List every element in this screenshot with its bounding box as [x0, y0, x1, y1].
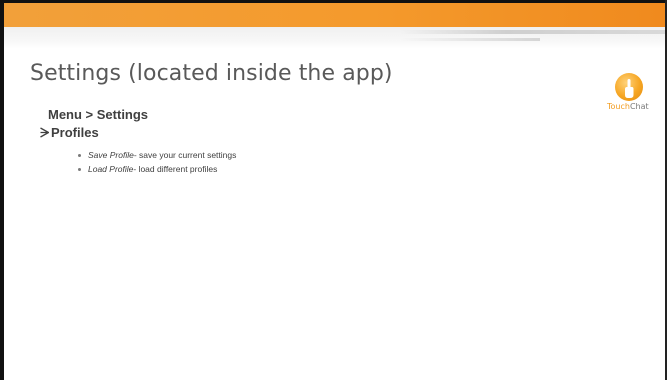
- bullet-dot-icon: [78, 167, 81, 171]
- section-heading-text: Profiles: [51, 125, 99, 140]
- section-heading: Profiles: [40, 125, 99, 140]
- list-item: Save Profile - save your current settings: [78, 148, 236, 162]
- logo-word-touch: Touch: [607, 102, 630, 111]
- bullet-desc: - load different profiles: [133, 164, 218, 174]
- slide-frame-left: [0, 0, 4, 380]
- bullet-desc: - save your current settings: [133, 150, 237, 160]
- bullet-dot-icon: [78, 153, 81, 157]
- touchchat-logo: TouchChat: [607, 73, 651, 119]
- logo-wordmark: TouchChat: [607, 102, 649, 111]
- slide-title: Settings (located inside the app): [30, 61, 393, 86]
- bullet-term: Save Profile: [88, 150, 134, 160]
- header-streak: [400, 30, 665, 34]
- menu-path-text: Menu > Settings: [48, 107, 149, 122]
- slide: Settings (located inside the app) TouchC…: [0, 0, 667, 380]
- bullet-term: Load Profile: [88, 164, 134, 174]
- menu-path: Menu > Settings: [48, 107, 148, 122]
- bullet-list: Save Profile - save your current settings…: [78, 148, 236, 176]
- logo-word-chat: Chat: [629, 102, 649, 111]
- arrow-bullet-icon: [40, 127, 49, 138]
- header-streak: [400, 38, 540, 41]
- list-item: Load Profile - load different profiles: [78, 162, 236, 176]
- hand-pointer-icon: [625, 79, 634, 98]
- header-orange-band: [4, 3, 665, 27]
